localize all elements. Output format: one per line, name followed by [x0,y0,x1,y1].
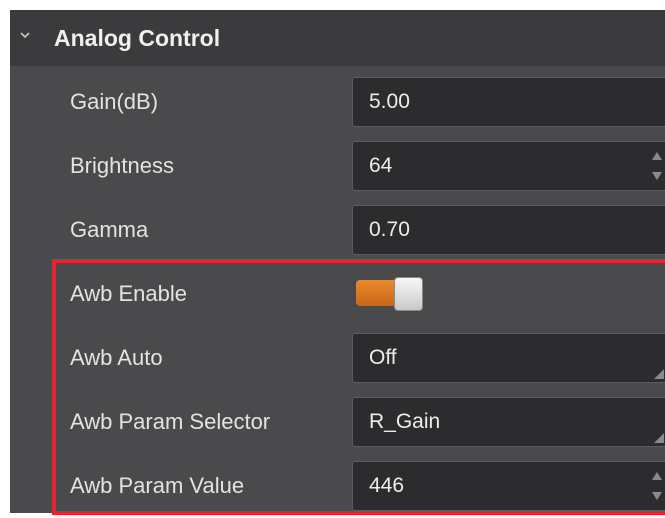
dropdown-corner-icon[interactable] [652,369,664,379]
row-awb-enable: Awb Enable [10,262,665,326]
toggle-knob[interactable] [394,277,423,311]
awb-param-selector-value: R_Gain [369,410,441,433]
awb-auto-value: Off [369,346,397,369]
row-brightness: Brightness 64 [10,134,665,198]
row-awb-param-selector: Awb Param Selector R_Gain [10,390,665,454]
awb-auto-dropdown[interactable]: Off [352,333,665,383]
spin-arrows-icon[interactable] [650,467,664,505]
section-header-analog-control[interactable]: Analog Control [10,10,665,66]
gamma-value: 0.70 [369,218,410,241]
awb-param-selector-dropdown[interactable]: R_Gain [352,397,665,447]
gamma-label: Gamma [70,217,149,242]
spin-arrows-icon[interactable] [650,147,664,185]
awb-enable-label: Awb Enable [70,281,188,306]
gain-label: Gain(dB) [70,89,159,114]
brightness-value: 64 [369,154,393,177]
gain-value: 5.00 [369,90,410,113]
awb-param-selector-label: Awb Param Selector [70,409,271,434]
row-awb-auto: Awb Auto Off [10,326,665,390]
awb-enable-toggle[interactable] [356,277,424,311]
brightness-field[interactable]: 64 [352,141,665,191]
brightness-label: Brightness [70,153,174,178]
awb-auto-label: Awb Auto [70,345,163,370]
row-awb-param-value: Awb Param Value 446 [10,454,665,518]
row-gain: Gain(dB) 5.00 [10,70,665,134]
property-panel: Analog Control Gain(dB) 5.00 Brightness … [10,10,665,513]
gain-field[interactable]: 5.00 [352,77,665,127]
row-gamma: Gamma 0.70 [10,198,665,262]
gamma-field[interactable]: 0.70 [352,205,665,255]
awb-param-value-field[interactable]: 446 [352,461,665,511]
awb-param-value-label: Awb Param Value [70,473,245,498]
chevron-down-icon[interactable] [20,30,30,40]
section-title: Analog Control [54,25,221,51]
awb-param-value-value: 446 [369,474,405,497]
dropdown-corner-icon[interactable] [652,433,664,443]
